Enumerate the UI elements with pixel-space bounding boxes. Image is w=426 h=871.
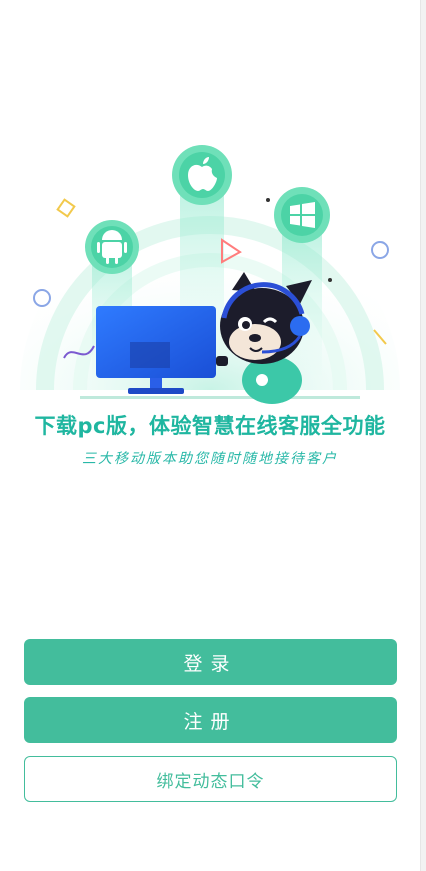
login-button-label: 登录 bbox=[183, 652, 238, 675]
bind-dynamic-password-label: 绑定动态口令 bbox=[156, 771, 265, 792]
apple-icon bbox=[172, 145, 232, 205]
bind-dynamic-password-button[interactable]: 绑定动态口令 bbox=[24, 756, 397, 802]
hero-illustration bbox=[0, 90, 420, 410]
windows-icon bbox=[274, 187, 330, 243]
android-icon bbox=[85, 220, 139, 274]
decor-square bbox=[56, 198, 76, 218]
register-button-label: 注册 bbox=[183, 710, 238, 733]
login-button[interactable]: 登录 bbox=[24, 639, 397, 685]
promo-subline: 三大移动版本助您随时随地接待客户 bbox=[82, 451, 338, 467]
register-button[interactable]: 注册 bbox=[24, 697, 397, 743]
promo-headline: 下载pc版，体验智慧在线客服全功能 bbox=[34, 414, 386, 438]
decor-circle bbox=[371, 241, 389, 259]
app-screen: 下载pc版，体验智慧在线客服全功能 三大移动版本助您随时随地接待客户 登录 注册… bbox=[0, 0, 421, 871]
